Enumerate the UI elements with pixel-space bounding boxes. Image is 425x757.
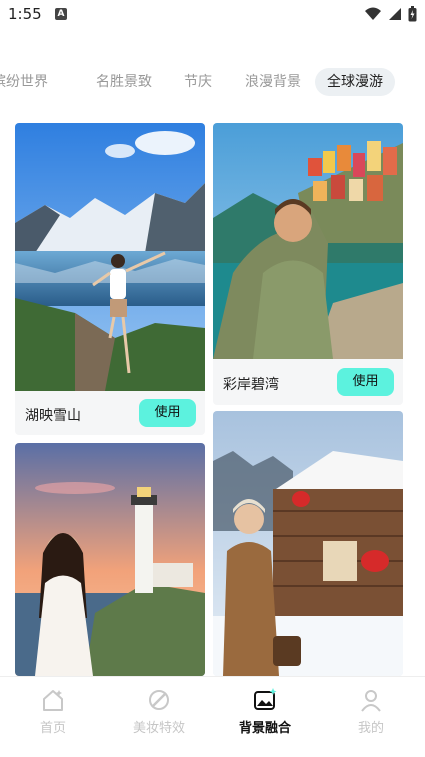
tab-festival[interactable]: 节庆 [184, 68, 212, 96]
notification-icon: A [55, 8, 67, 20]
template-card-lake-snow-mountain[interactable]: 湖映雪山 使用 [15, 123, 205, 435]
category-tabs: 缤纷世界 名胜景致 节庆 浪漫背景 全球漫游 [0, 68, 425, 96]
card-photo-lighthouse-sunset [15, 443, 205, 676]
nav-label: 首页 [39, 721, 66, 736]
nav-home[interactable]: 首页 [13, 687, 93, 736]
battery-icon [408, 6, 417, 22]
template-card-lighthouse-sunset[interactable] [15, 443, 205, 676]
use-button[interactable]: 使用 [139, 399, 196, 427]
status-time: 1:55 [8, 5, 42, 23]
nav-makeup-effects[interactable]: 美妆特效 [119, 687, 199, 736]
tab-scenic-spots[interactable]: 名胜景致 [96, 68, 152, 96]
user-icon [361, 690, 381, 712]
makeup-brush-icon [149, 690, 169, 710]
bottom-nav: 首页 美妆特效 背景融合 我的 [0, 676, 425, 757]
home-icon [43, 690, 63, 711]
tab-romantic-background[interactable]: 浪漫背景 [245, 68, 301, 96]
template-card-colorful-coast[interactable]: 彩岸碧湾 使用 [213, 123, 403, 405]
status-bar: 1:55 A [0, 0, 425, 30]
signal-icon [389, 8, 401, 20]
nav-label: 背景融合 [238, 721, 291, 736]
image-sparkle-icon [254, 688, 277, 710]
card-photo-snow-cabin [213, 411, 403, 676]
status-icons [364, 5, 417, 23]
nav-background-blend[interactable]: 背景融合 [225, 687, 305, 736]
nav-label: 美妆特效 [132, 721, 185, 736]
nav-profile[interactable]: 我的 [331, 687, 411, 736]
card-photo-lake-snow-mountain [15, 123, 205, 391]
template-card-snow-cabin[interactable] [213, 411, 403, 676]
tab-global-roaming[interactable]: 全球漫游 [315, 68, 395, 96]
wifi-icon [365, 7, 381, 20]
card-title: 湖映雪山 [25, 408, 81, 424]
use-button[interactable]: 使用 [337, 368, 394, 396]
card-photo-colorful-coast [213, 123, 403, 359]
nav-label: 我的 [357, 721, 384, 736]
tab-colorful-world[interactable]: 缤纷世界 [0, 68, 48, 96]
card-title: 彩岸碧湾 [223, 377, 279, 393]
